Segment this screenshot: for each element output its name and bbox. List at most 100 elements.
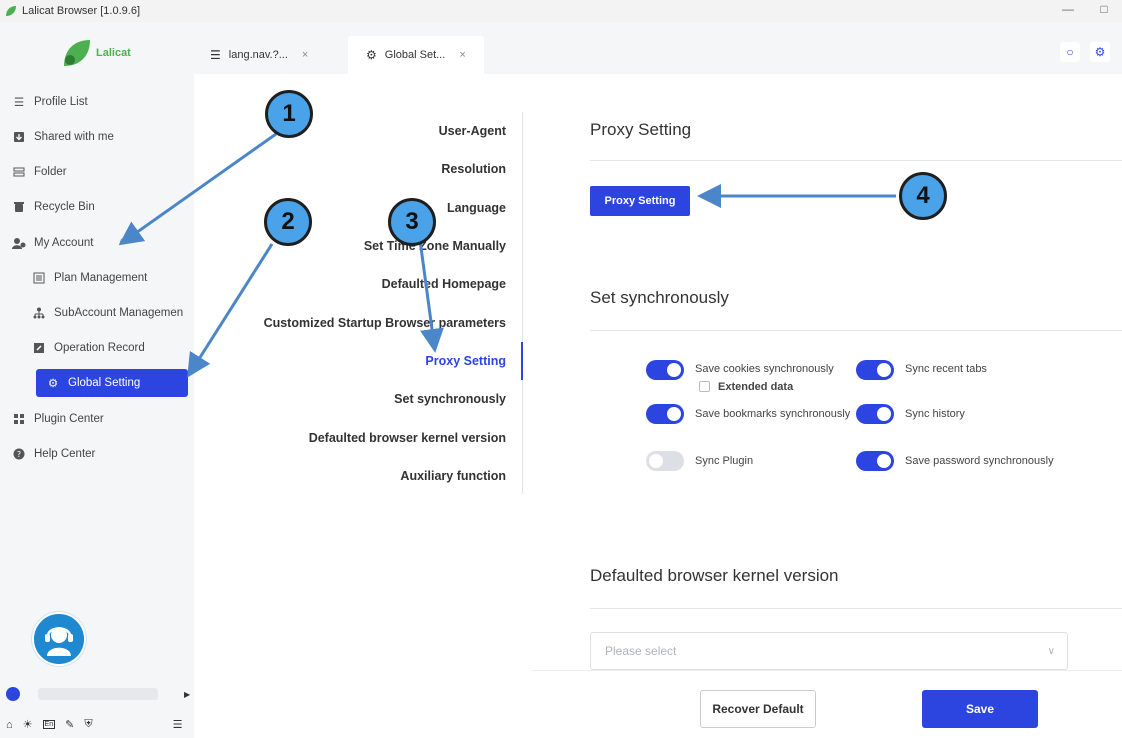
toggle-sync-history[interactable]	[856, 404, 894, 424]
bottom-toolbar: ⌂ ☀ En ✎ ⛨ ☰	[6, 718, 182, 731]
toggle-label: Save bookmarks synchronously	[695, 408, 851, 420]
sidebar-item-plan-management[interactable]: Plan Management	[30, 264, 194, 292]
subnav-divider	[522, 112, 523, 494]
subnav-auxiliary-function[interactable]: Auxiliary function	[210, 469, 524, 483]
subnav-startup-parameters[interactable]: Customized Startup Browser parameters	[210, 316, 524, 330]
sidebar: Lalicat ☰ Profile List Shared with me Fo…	[0, 22, 194, 738]
headset-support-icon	[45, 627, 73, 656]
subnav-kernel-version[interactable]: Defaulted browser kernel version	[210, 431, 524, 445]
section-divider	[590, 608, 1122, 609]
toggle-save-bookmarks[interactable]	[646, 404, 684, 424]
sidebar-item-label: Profile List	[34, 96, 88, 108]
sidebar-item-recycle-bin[interactable]: Recycle Bin	[10, 193, 190, 221]
list-icon: ☰	[13, 97, 25, 109]
sidebar-item-help-center[interactable]: ? Help Center	[10, 440, 190, 468]
sidebar-item-folder[interactable]: Folder	[10, 158, 190, 186]
shared-icon	[12, 130, 26, 144]
sidebar-item-subaccount-management[interactable]: SubAccount Managemen	[30, 299, 194, 327]
annotation-badge-1: 1	[265, 90, 313, 138]
subnav-resolution[interactable]: Resolution	[210, 162, 524, 176]
sidebar-item-label: SubAccount Managemen	[54, 307, 184, 319]
toggle-label: Save cookies synchronously	[695, 363, 834, 375]
subnav-user-agent[interactable]: User-Agent	[210, 124, 524, 138]
subnav-time-zone[interactable]: Set Time Zone Manually	[210, 239, 524, 253]
refresh-button[interactable]: ○	[1060, 42, 1080, 62]
kernel-section-title: Defaulted browser kernel version	[590, 566, 839, 585]
subnav-defaulted-homepage[interactable]: Defaulted Homepage	[210, 277, 524, 291]
toggle-label: Sync Plugin	[695, 455, 754, 467]
sidebar-item-plugin-center[interactable]: Plugin Center	[10, 405, 190, 433]
sidebar-item-label: My Account	[34, 237, 94, 249]
sidebar-item-label: Plugin Center	[34, 413, 104, 425]
select-placeholder: Please select	[605, 644, 677, 658]
tab-lang-nav[interactable]: ☰ lang.nav.?... ×	[210, 36, 340, 74]
subnav-proxy-setting[interactable]: Proxy Setting	[210, 354, 524, 368]
annotation-badge-2: 2	[264, 198, 312, 246]
maximize-button[interactable]: □	[1094, 2, 1114, 16]
plugin-icon	[12, 412, 26, 426]
user-avatar-icon	[6, 687, 20, 701]
toggle-label: Save password synchronously	[905, 455, 1054, 467]
user-profile-row[interactable]: ▶	[6, 686, 192, 702]
gear-icon: ⚙	[47, 378, 59, 390]
window-title: Lalicat Browser [1.0.9.6]	[22, 5, 141, 17]
sidebar-item-operation-record[interactable]: Operation Record	[30, 334, 194, 362]
section-divider	[590, 160, 1122, 161]
blurred-username	[38, 688, 158, 700]
close-tab-icon[interactable]: ×	[302, 49, 308, 61]
chevron-up-icon[interactable]: ^	[119, 238, 124, 249]
toggle-label: Sync recent tabs	[905, 363, 987, 375]
sidebar-item-label: Plan Management	[54, 272, 148, 284]
extended-data-checkbox[interactable]	[699, 381, 710, 392]
recover-default-button[interactable]: Recover Default	[700, 690, 816, 728]
logo-text: Lalicat	[96, 47, 131, 59]
sidebar-item-global-setting[interactable]: ⚙ Global Setting	[36, 369, 188, 397]
proxy-setting-button[interactable]: Proxy Setting	[590, 186, 690, 216]
title-bar: Lalicat Browser [1.0.9.6] — □	[0, 0, 1122, 22]
tag-icon[interactable]: ✎	[65, 718, 74, 731]
app-logo-icon	[6, 6, 16, 16]
settings-button[interactable]: ⚙	[1090, 42, 1110, 62]
sidebar-item-my-account[interactable]: My Account ^	[10, 229, 190, 257]
theme-sun-icon[interactable]: ☀	[23, 718, 33, 731]
plan-icon	[32, 271, 46, 285]
shield-icon[interactable]: ⛨	[84, 718, 92, 731]
refresh-icon: ○	[1066, 45, 1074, 59]
minimize-button[interactable]: —	[1058, 2, 1078, 16]
tab-label: Global Set...	[384, 49, 446, 61]
sync-section-title: Set synchronously	[590, 288, 729, 307]
record-icon	[32, 341, 46, 355]
home-icon[interactable]: ⌂	[6, 719, 13, 731]
customer-support-button[interactable]	[32, 612, 86, 666]
logo: Lalicat	[60, 36, 131, 70]
toggle-save-cookies[interactable]	[646, 360, 684, 380]
subnav-language[interactable]: Language	[210, 201, 524, 215]
sidebar-item-profile-list[interactable]: ☰ Profile List	[10, 88, 190, 116]
sidebar-item-label: Help Center	[34, 448, 96, 460]
subaccount-icon	[32, 306, 46, 320]
account-icon	[12, 236, 26, 250]
save-button[interactable]: Save	[922, 690, 1038, 728]
toggle-sync-recent-tabs[interactable]	[856, 360, 894, 380]
gear-icon: ⚙	[366, 48, 377, 62]
annotation-badge-4: 4	[899, 172, 947, 220]
tab-global-setting[interactable]: ⚙ Global Set... ×	[348, 36, 484, 74]
help-icon: ?	[12, 447, 26, 461]
sidebar-item-label: Operation Record	[54, 342, 145, 354]
proxy-section-title: Proxy Setting	[590, 120, 692, 139]
footer-divider	[532, 670, 1122, 671]
sidebar-item-label: Folder	[34, 166, 67, 178]
sidebar-item-label: Shared with me	[34, 131, 114, 143]
subnav-set-synchronously[interactable]: Set synchronously	[210, 392, 524, 406]
language-icon[interactable]: En	[42, 720, 56, 729]
kernel-version-select[interactable]: Please select ∨	[590, 632, 1068, 670]
sidebar-item-shared-with-me[interactable]: Shared with me	[10, 123, 190, 151]
collapse-sidebar-icon[interactable]: ☰	[173, 718, 183, 731]
folder-icon	[12, 165, 26, 179]
close-tab-icon[interactable]: ×	[459, 49, 465, 61]
subnav-active-indicator	[521, 342, 523, 380]
toggle-save-password[interactable]	[856, 451, 894, 471]
toggle-sync-plugin[interactable]	[646, 451, 684, 471]
sidebar-item-label: Recycle Bin	[34, 201, 95, 213]
expand-right-icon[interactable]: ▶	[184, 690, 190, 699]
